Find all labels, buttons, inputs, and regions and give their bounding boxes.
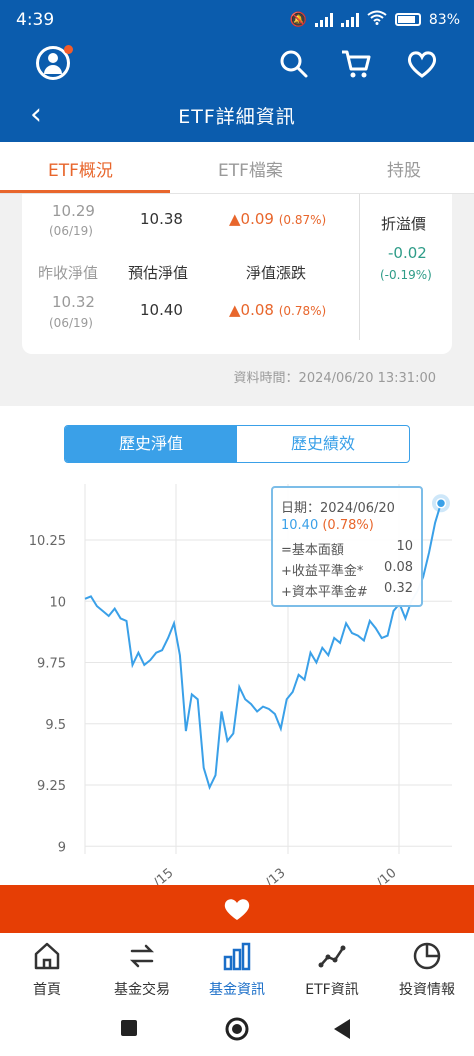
favorite-heart-icon[interactable] [406,48,438,80]
nav-change-label: 淨值漲跌 [246,264,307,282]
tooltip-income-label: +收益平準金* [281,564,364,579]
data-timestamp: 資料時間：2024/06/20 13:31:00 [233,371,436,386]
recent-apps-icon[interactable] [120,1019,138,1037]
tooltip-capital-label: +資本平準金# [281,585,368,600]
status-bar: 4:39 🔕 83% [0,0,474,40]
y-tick-label: 10.25 [29,534,66,549]
y-tick-label: 9.75 [37,657,66,672]
battery-icon [394,13,421,26]
nav-etf-info-label: ETF資訊 [305,982,359,998]
nav-investment-insight-label: 投資情報 [399,982,455,998]
notification-dot [64,45,73,54]
swap-icon [129,944,155,968]
system-navigation-bar [0,1003,474,1056]
history-performance-button[interactable]: 歷史績效 [237,426,409,462]
nav-fund-info[interactable]: 基金資訊 [190,941,284,999]
signal-icon-2 [340,12,359,27]
signal-icon [314,12,333,27]
tooltip-base-value: 10 [396,539,413,554]
estimated-nav-change: ▲0.08 (0.78%) [229,301,327,319]
y-tick-label: 9.25 [37,779,66,794]
tab-bar: ETF概況 ETF檔案 持股 [0,142,474,194]
estimated-nav-label: 預估淨值 [128,264,189,282]
chart-tooltip: 日期：2024/06/20 10.40 (0.78%) =基本面額 10 +收益平… [271,486,423,607]
prev-close-nav-date: (06/19) [49,316,93,330]
tab-etf-overview[interactable]: ETF概況 [48,156,113,181]
y-tick-label: 9.5 [45,718,66,733]
y-tick-label: 9 [58,840,66,855]
status-icons: 🔕 83% [289,10,460,29]
nav-value: 10.38 [140,210,183,228]
home-button-icon[interactable] [225,1017,249,1041]
prev-close-nav: 10.32 [52,293,95,311]
page-title: ETF詳細資訊 [178,106,296,128]
y-tick-label: 10 [49,595,66,610]
back-button-icon[interactable] [332,1018,352,1040]
nav-change: ▲0.09 (0.87%) [229,210,327,228]
tooltip-capital-value: 0.32 [384,581,413,596]
nav-fund-info-label: 基金資訊 [209,982,265,998]
prev-close-nav-label: 昨收淨值 [38,264,99,282]
x-tick-label: /13 [263,866,289,885]
home-icon [34,942,60,970]
estimated-nav: 10.40 [140,301,183,319]
card-divider [359,194,360,340]
nav-etf-info[interactable]: ETF資訊 [285,941,379,999]
search-icon[interactable] [278,48,310,80]
bar-chart-icon [223,942,251,971]
market-price: 10.29 [52,202,95,220]
mute-icon: 🔕 [289,11,307,28]
history-segmented-control: 歷史淨值 歷史績效 [64,425,410,463]
tab-etf-profile[interactable]: ETF檔案 [218,156,283,181]
tooltip-value: 10.40 (0.78%) [281,518,374,533]
premium-discount-pct: (-0.19%) [380,268,432,282]
premium-discount-label: 折溢價 [381,215,427,233]
heart-icon [224,899,250,920]
nav-fund-trading-label: 基金交易 [114,982,170,998]
highlight-point [435,498,447,509]
x-tick-label: /15 [151,866,177,885]
wifi-icon [367,10,387,29]
status-time: 4:39 [16,10,55,30]
tooltip-income-value: 0.08 [384,560,413,575]
profile-avatar-icon[interactable] [36,45,73,80]
app-header: ‹ ETF詳細資訊 [0,40,474,142]
pie-chart-icon [413,942,441,970]
cart-icon[interactable] [340,48,372,80]
premium-discount-value: -0.02 [388,244,427,262]
nav-investment-insight[interactable]: 投資情報 [380,941,474,999]
x-tick-label: /10 [374,866,400,885]
nav-home[interactable]: 首頁 [0,941,94,999]
active-tab-indicator [0,190,170,193]
tab-holdings[interactable]: 持股 [387,156,421,181]
history-nav-button[interactable]: 歷史淨值 [65,426,237,462]
tooltip-date: 日期：2024/06/20 [281,501,395,516]
bottom-navigation: 首頁 基金交易 基金資訊 ETF資訊 投資情報 [0,933,474,1003]
battery-percent: 83% [428,11,460,28]
nav-home-label: 首頁 [33,982,61,998]
nav-fund-trading[interactable]: 基金交易 [95,941,189,999]
market-price-date: (06/19) [49,224,93,238]
line-chart-icon [318,945,346,968]
tooltip-base-label: =基本面額 [281,543,344,558]
add-favorite-bar[interactable] [0,885,474,933]
